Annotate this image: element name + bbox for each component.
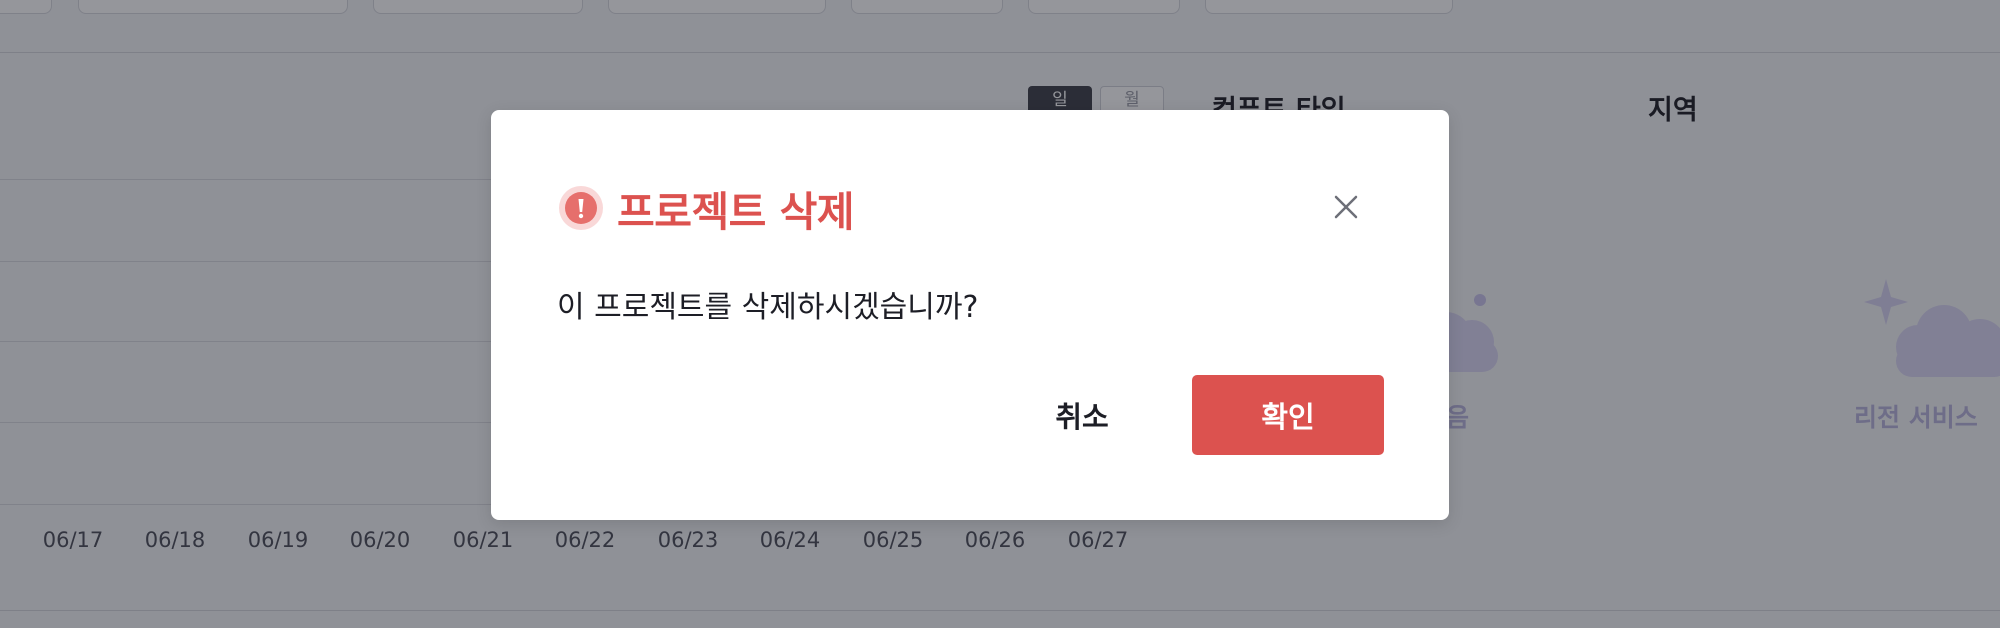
modal-title: 프로젝트 삭제 bbox=[617, 188, 855, 236]
delete-project-modal: 프로젝트 삭제 이 프로젝트를 삭제하시겠습니까? 취소 확인 bbox=[491, 110, 1449, 520]
cancel-button[interactable]: 취소 bbox=[1007, 375, 1157, 455]
confirm-button[interactable]: 확인 bbox=[1192, 375, 1384, 455]
page: 일 월 컴퓨트 타입 지역 06/17 06/18 06/19 06/20 06… bbox=[0, 0, 2000, 628]
close-icon[interactable] bbox=[1331, 192, 1361, 222]
warning-icon bbox=[559, 186, 603, 230]
modal-header: 프로젝트 삭제 bbox=[557, 178, 855, 238]
modal-message: 이 프로젝트를 삭제하시겠습니까? bbox=[557, 290, 979, 325]
